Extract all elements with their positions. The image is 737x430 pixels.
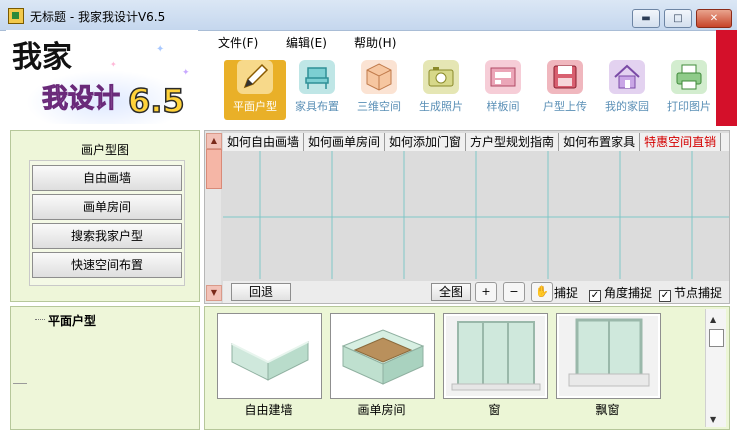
tool-label: 户型上传	[543, 100, 587, 113]
scroll-up-icon[interactable]: ▲	[710, 315, 716, 324]
logo-line1: 我家	[12, 40, 72, 75]
scroll-down-icon[interactable]: ▼	[206, 285, 222, 301]
logo-sparkle-icon: ✦	[156, 44, 165, 55]
angle-snap-checkbox[interactable]: ✓ 角度捕捉	[589, 284, 652, 302]
scroll-thumb[interactable]	[206, 149, 222, 189]
tool-render-photo[interactable]: 生成照片	[410, 60, 472, 124]
logo-sparkle-icon: ✦	[182, 68, 190, 78]
title-bar: 无标题 - 我家我设计V6.5 ▬ □ ✕	[0, 0, 737, 31]
node-snap-label: 节点捕捉	[674, 286, 723, 300]
tool-label: 三维空间	[357, 100, 401, 113]
camera-icon	[423, 60, 459, 94]
palette-label: 自由建墙	[244, 403, 293, 417]
scroll-down-icon[interactable]: ▼	[710, 415, 716, 424]
tool-label: 我的家园	[605, 100, 649, 113]
palette-item-free-wall[interactable]	[217, 313, 322, 399]
bay-window-icon	[559, 316, 658, 396]
logo-line2: 我设计	[41, 84, 121, 115]
tool-label: 家具布置	[295, 100, 339, 113]
zoom-out-icon[interactable]: −	[503, 282, 525, 302]
tool-label: 生成照片	[419, 100, 463, 113]
tool-print[interactable]: 打印图片	[658, 60, 720, 124]
single-room-icon	[341, 329, 425, 385]
tree-panel: 平面户型	[10, 306, 200, 430]
pan-hand-icon[interactable]: ✋	[531, 282, 553, 302]
logo-sparkle-icon: ✦	[110, 60, 117, 69]
help-link-furniture[interactable]: 如何布置家具	[559, 133, 641, 151]
drawing-grid[interactable]	[223, 151, 729, 279]
drawing-area: ▲ ▼ 如何自由画墙 如何画单房间 如何添加门窗 方户型规划指南 如何布置家具 特惠空间直…	[204, 130, 730, 304]
menu-edit[interactable]: 编辑(E)	[286, 34, 327, 51]
sample-room-icon	[485, 60, 521, 94]
palette-label: 窗	[488, 403, 501, 417]
help-link-planning-guide[interactable]: 方户型规划指南	[466, 133, 560, 151]
pencil-icon	[237, 60, 273, 94]
help-links-bar: 如何自由画墙 如何画单房间 如何添加门窗 方户型规划指南 如何布置家具 特惠空间直销	[223, 133, 729, 151]
app-logo: 我家 我设计 6.5 ✦ ✦ ✦	[6, 30, 198, 128]
window-icon	[446, 316, 545, 396]
tree-connector	[35, 319, 45, 320]
palette-label: 画单房间	[357, 403, 406, 417]
main-toolbar: 平面户型 家具布置 三维空间 生成照片 样板间 户型上传 我的家园 打印图片	[206, 52, 716, 126]
menu-bar: 文件(F) 编辑(E) 帮助(H)	[206, 30, 716, 52]
ad-banner[interactable]	[716, 30, 737, 126]
divider	[13, 383, 27, 384]
vertical-scrollbar[interactable]: ▲ ▼	[205, 131, 222, 303]
angle-snap-label: 角度捕捉	[604, 286, 653, 300]
help-link-promo[interactable]: 特惠空间直销	[640, 133, 722, 151]
free-wall-icon	[231, 341, 309, 381]
window-title: 无标题 - 我家我设计V6.5	[30, 10, 166, 24]
search-my-plan-button[interactable]: 搜索我家户型	[32, 223, 182, 249]
checkbox-checked-icon: ✓	[589, 290, 601, 302]
close-button[interactable]: ✕	[696, 9, 732, 28]
fit-all-button[interactable]: 全图	[431, 283, 471, 301]
floppy-disk-icon	[547, 60, 583, 94]
draw-plan-button-group: 自由画墙 画单房间 搜索我家户型 快速空间布置	[29, 160, 185, 286]
zoom-in-icon[interactable]: +	[475, 282, 497, 302]
element-palette: 自由建墙 画单房间 窗 飘窗 ▲ ▼	[204, 306, 730, 430]
house-icon	[609, 60, 645, 94]
tool-upload-plan[interactable]: 户型上传	[534, 60, 596, 124]
help-link-single-room[interactable]: 如何画单房间	[304, 133, 386, 151]
help-link-free-wall[interactable]: 如何自由画墙	[223, 133, 305, 151]
tree-item-floor-plan[interactable]: 平面户型	[48, 312, 96, 329]
tool-sample-room[interactable]: 样板间	[472, 60, 534, 124]
palette-item-window[interactable]	[443, 313, 548, 399]
palette-label: 飘窗	[595, 403, 620, 417]
tool-my-home[interactable]: 我的家园	[596, 60, 658, 124]
scroll-thumb[interactable]	[709, 329, 724, 347]
app-icon	[8, 8, 24, 24]
free-draw-wall-button[interactable]: 自由画墙	[32, 165, 182, 191]
undo-button[interactable]: 回退	[231, 283, 291, 301]
tool-floor-plan[interactable]: 平面户型	[224, 60, 286, 120]
menu-file[interactable]: 文件(F)	[218, 34, 258, 51]
palette-scrollbar[interactable]: ▲ ▼	[705, 309, 726, 427]
tool-3d-space[interactable]: 三维空间	[348, 60, 410, 124]
minimize-button[interactable]: ▬	[632, 9, 660, 28]
canvas-controls: 回退 全图 + − ✋ 捕捉 ✓ 角度捕捉 ✓ 节点捕捉	[223, 281, 729, 303]
tool-label: 样板间	[486, 100, 520, 113]
checkbox-checked-icon: ✓	[659, 290, 671, 302]
panel-title: 画户型图	[80, 143, 129, 157]
logo-version: 6.5	[127, 81, 185, 121]
draw-single-room-button[interactable]: 画单房间	[32, 194, 182, 220]
cube-icon	[361, 60, 397, 94]
node-snap-checkbox[interactable]: ✓ 节点捕捉	[659, 284, 722, 302]
snap-label: 捕捉	[554, 286, 579, 300]
printer-icon	[671, 60, 707, 94]
help-link-doors-windows[interactable]: 如何添加门窗	[385, 133, 467, 151]
tool-label: 平面户型	[233, 100, 277, 113]
menu-help[interactable]: 帮助(H)	[354, 34, 396, 51]
scroll-up-icon[interactable]: ▲	[206, 133, 222, 149]
tool-furniture[interactable]: 家具布置	[286, 60, 348, 124]
chair-icon	[299, 60, 335, 94]
palette-item-single-room[interactable]	[330, 313, 435, 399]
draw-plan-panel: 画户型图 自由画墙 画单房间 搜索我家户型 快速空间布置	[10, 130, 200, 302]
tool-label: 打印图片	[667, 100, 711, 113]
snap-checkbox[interactable]: 捕捉	[554, 284, 578, 301]
quick-space-layout-button[interactable]: 快速空间布置	[32, 252, 182, 278]
palette-item-bay-window[interactable]	[556, 313, 661, 399]
maximize-button[interactable]: □	[664, 9, 692, 28]
